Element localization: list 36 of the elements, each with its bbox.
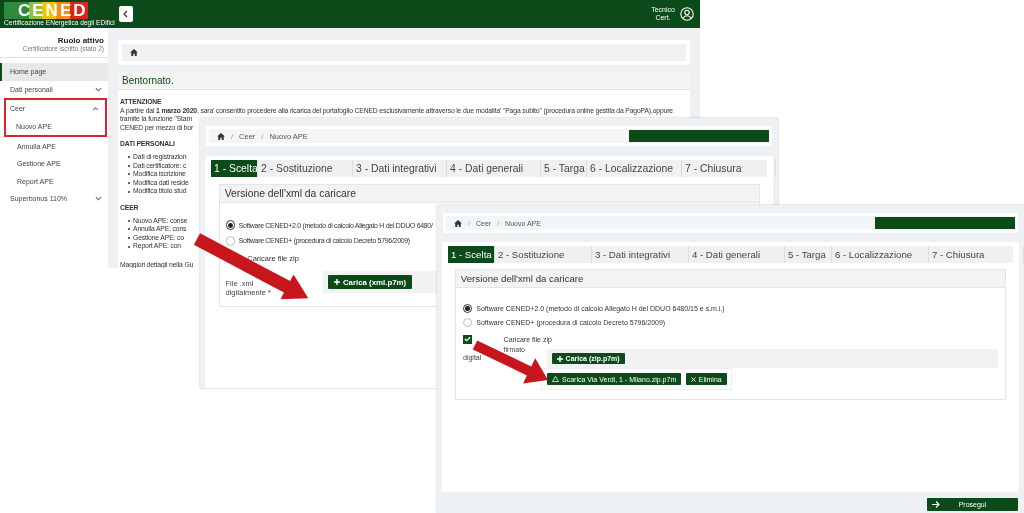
checkbox[interactable] [463,334,473,344]
step-tab[interactable]: 3 - Dati integrativi [353,160,447,178]
chevron-icon[interactable] [95,86,102,92]
step-tab[interactable]: 5 - Targa [541,160,587,178]
warning-icon [552,376,560,383]
chevron-icon[interactable] [95,196,102,202]
home-icon[interactable] [130,49,138,56]
step-tab[interactable]: 3 - Dati integrativi [592,246,689,263]
page-title: Bentornato. [118,72,690,90]
radio-button[interactable] [225,235,236,246]
step-tab[interactable]: 6 - Localizzazione [832,246,929,263]
radio-button[interactable] [225,220,236,231]
plus-icon [333,279,340,285]
step-tab[interactable]: 1 - Scelta [448,246,495,263]
role-title: Ruolo attivo [57,36,104,45]
panel-title: Versione dell'xml da caricare [456,270,1005,288]
step-tab[interactable]: 5 - Targa [785,246,832,263]
step-tab[interactable]: 2 - Sostituzione [258,160,353,178]
step-tab[interactable]: 4 - Dati generali [689,246,785,263]
radio-button[interactable] [463,318,473,328]
radio-button[interactable] [463,303,473,314]
home-icon[interactable] [454,219,462,227]
arrow-right-icon [932,501,940,508]
user-icon[interactable] [680,7,694,21]
step-tab[interactable]: 6 - Localizzazione [587,160,682,178]
step-tab[interactable]: 7 - Chiusura [682,160,776,178]
chevron-left-icon [123,10,129,18]
collapse-button[interactable] [118,6,133,22]
plus-icon [556,355,563,362]
close-icon [690,376,696,382]
panel-title: Versione dell'xml da caricare [219,184,759,204]
chevron-icon[interactable] [92,106,99,112]
step-tab[interactable]: 4 - Dati generali [447,160,541,178]
step-tab[interactable]: 7 - Chiusura [929,246,1024,263]
home-icon[interactable] [217,132,225,140]
step-tab[interactable]: 2 - Sostituzione [495,246,592,263]
